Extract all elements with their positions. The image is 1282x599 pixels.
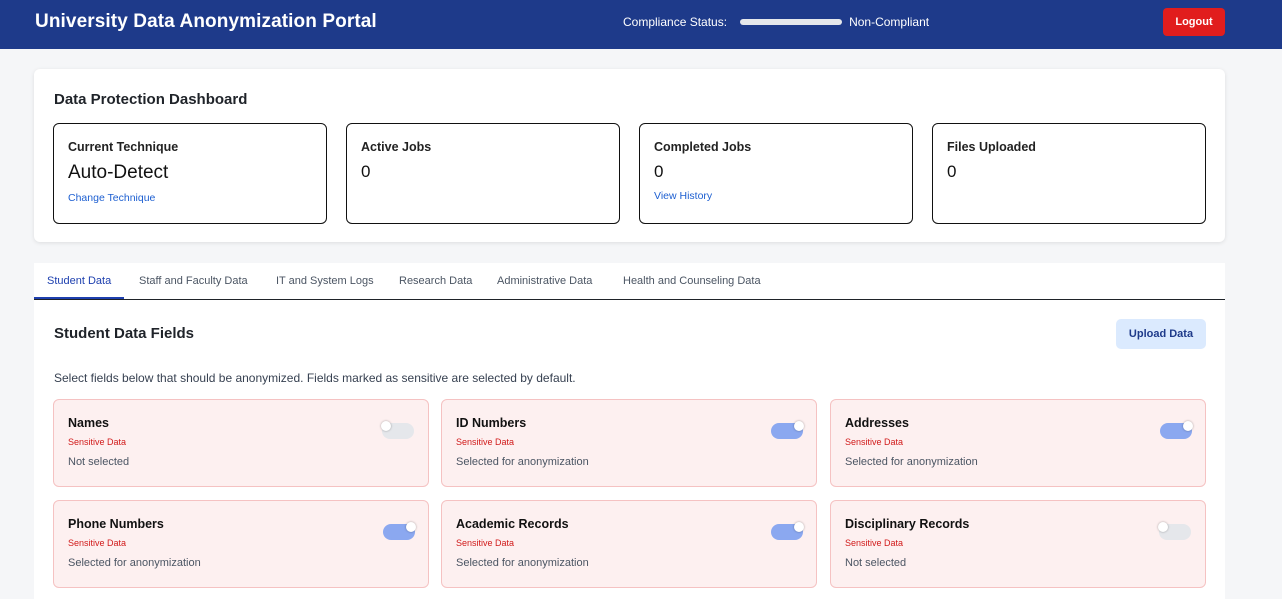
logout-button[interactable]: Logout	[1163, 8, 1225, 36]
field-card-id-numbers[interactable]: ID Numbers Sensitive Data Selected for a…	[441, 399, 817, 487]
stat-label: Current Technique	[68, 140, 179, 154]
sensitive-badge: Sensitive Data	[68, 538, 127, 548]
field-name: ID Numbers	[456, 416, 527, 430]
field-status: Selected for anonymization	[456, 456, 589, 468]
tab-health-and-counseling-data[interactable]: Health and Counseling Data	[610, 263, 774, 299]
stat-label: Completed Jobs	[654, 140, 752, 154]
top-navigation-bar: University Data Anonymization Portal Com…	[0, 0, 1282, 49]
field-name: Disciplinary Records	[845, 517, 970, 531]
change-technique-link[interactable]: Change Technique	[68, 192, 312, 204]
app-title: University Data Anonymization Portal	[35, 11, 377, 32]
data-protection-dashboard: Data Protection Dashboard Current Techni…	[34, 69, 1225, 242]
dashboard-title: Data Protection Dashboard	[54, 91, 248, 108]
field-name: Phone Numbers	[68, 517, 164, 531]
tab-student-data[interactable]: Student Data	[34, 263, 125, 299]
field-status: Not selected	[68, 456, 130, 468]
stat-card-files-uploaded: Files Uploaded 0	[932, 123, 1206, 224]
field-card-academic-records[interactable]: Academic Records Sensitive Data Selected…	[441, 500, 817, 588]
upload-data-button[interactable]: Upload Data	[1116, 319, 1206, 349]
field-status: Not selected	[845, 557, 907, 569]
sensitive-badge: Sensitive Data	[456, 538, 515, 548]
tab-administrative-data[interactable]: Administrative Data	[484, 263, 605, 299]
stat-label: Active Jobs	[361, 140, 432, 154]
stat-value: Auto-Detect	[68, 162, 169, 183]
id-numbers-toggle[interactable]	[771, 421, 804, 439]
section-title: Student Data Fields	[54, 325, 195, 342]
tab-research-data[interactable]: Research Data	[386, 263, 485, 299]
compliance-status: Compliance Status: Non-Compliant	[623, 15, 929, 29]
view-history-link[interactable]: View History	[654, 190, 898, 202]
tab-staff-and-faculty-data[interactable]: Staff and Faculty Data	[126, 263, 261, 299]
phone-numbers-toggle[interactable]	[383, 522, 416, 540]
field-card-phone-numbers[interactable]: Phone Numbers Sensitive Data Selected fo…	[53, 500, 429, 588]
section-description: Select fields below that should be anony…	[54, 371, 576, 385]
stat-value: 0	[654, 162, 664, 181]
field-card-addresses[interactable]: Addresses Sensitive Data Selected for an…	[830, 399, 1206, 487]
disciplinary-records-toggle[interactable]	[1158, 522, 1191, 540]
addresses-toggle[interactable]	[1160, 421, 1193, 439]
compliance-value: Non-Compliant	[849, 15, 930, 29]
field-name: Academic Records	[456, 517, 569, 531]
stat-card-active-jobs: Active Jobs 0	[346, 123, 620, 224]
academic-records-toggle[interactable]	[771, 522, 804, 540]
stat-label: Files Uploaded	[947, 140, 1036, 154]
field-status: Selected for anonymization	[456, 557, 589, 569]
compliance-progress-bar	[740, 19, 843, 25]
tab-it-and-system-logs[interactable]: IT and System Logs	[263, 263, 387, 299]
stat-value: 0	[947, 162, 957, 181]
category-tabs: Student Data Staff and Faculty Data IT a…	[34, 263, 1225, 300]
field-name: Addresses	[845, 416, 909, 430]
sensitive-badge: Sensitive Data	[845, 538, 904, 548]
field-card-disciplinary-records[interactable]: Disciplinary Records Sensitive Data Not …	[830, 500, 1206, 588]
field-status: Selected for anonymization	[845, 456, 978, 468]
field-card-names[interactable]: Names Sensitive Data Not selected	[53, 399, 429, 487]
field-name: Names	[68, 416, 109, 430]
stat-value: 0	[361, 162, 371, 181]
sensitive-badge: Sensitive Data	[456, 437, 515, 447]
field-status: Selected for anonymization	[68, 557, 201, 569]
sensitive-badge: Sensitive Data	[68, 437, 127, 447]
names-toggle[interactable]	[381, 421, 414, 439]
stat-card-completed-jobs: Completed Jobs 0 View History	[639, 123, 913, 224]
sensitive-badge: Sensitive Data	[845, 437, 904, 447]
compliance-label: Compliance Status:	[623, 15, 728, 29]
stat-card-current-technique: Current Technique Auto-Detect Change Tec…	[53, 123, 327, 224]
data-category-panel: Student Data Staff and Faculty Data IT a…	[34, 263, 1225, 599]
